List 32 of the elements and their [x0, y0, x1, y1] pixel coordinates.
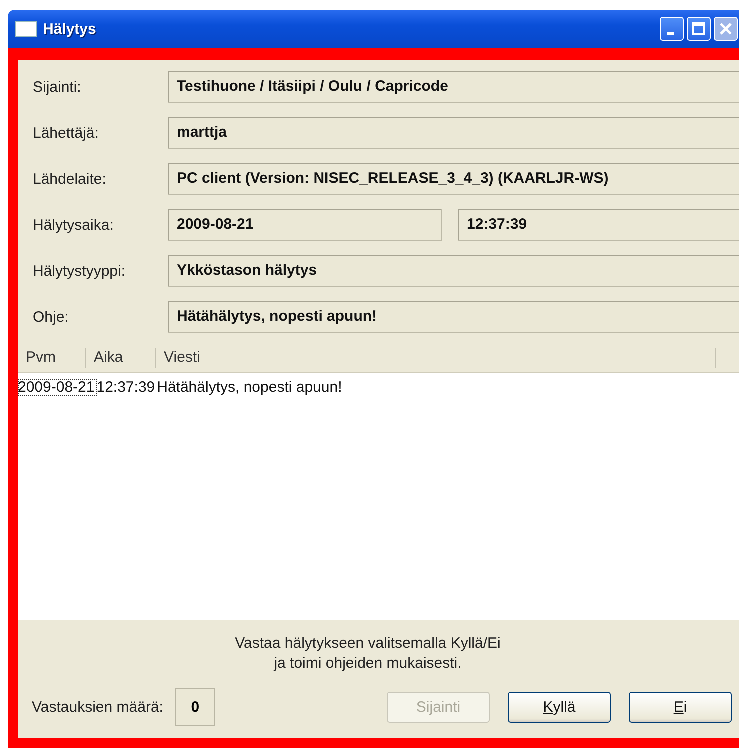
- value-field: marttja: [168, 117, 739, 149]
- column-header[interactable]: Viesti: [156, 348, 716, 368]
- field-label: Sijainti:: [32, 78, 82, 96]
- count-field: 0: [175, 688, 216, 726]
- table-cell-text: 12:37:39: [96, 379, 156, 396]
- value-field: Hätähälytys, nopesti apuun!: [168, 301, 739, 333]
- value-field: 12:37:39: [458, 209, 739, 241]
- instruction-text: Vastaa hälytykseen valitsemalla Kyllä/Ei: [235, 634, 501, 654]
- maximize-button[interactable]: [687, 17, 711, 41]
- value-field: Ykköstason hälytys: [168, 255, 739, 287]
- column-header[interactable]: Aika: [86, 348, 156, 368]
- value-field: Testihuone / Itäsiipi / Oulu / Capricode: [168, 71, 739, 103]
- window-icon: [15, 21, 37, 37]
- field-label: Ohje:: [32, 308, 70, 326]
- close-icon: [719, 22, 733, 36]
- window-title: Hälytys: [43, 20, 96, 38]
- instruction-text: ja toimi ohjeiden mukaisesti.: [274, 654, 462, 674]
- table-cell: 2009-08-21: [18, 379, 97, 396]
- count-label: Vastauksien määrä:: [32, 698, 164, 716]
- value-field: 2009-08-21: [168, 209, 442, 241]
- column-header[interactable]: Pvm: [18, 348, 86, 368]
- field-label: Hälytystyyppi:: [32, 262, 127, 280]
- minimize-icon: [666, 32, 674, 34]
- minimize-button[interactable]: [660, 17, 684, 41]
- maximize-icon: [692, 22, 706, 36]
- value-field: PC client (Version: NISEC_RELEASE_3_4_3) (KAARLJR-WS): [168, 163, 739, 195]
- field-label: Lähdelaite:: [32, 170, 108, 188]
- dialog-button[interactable]: Kyllä: [508, 692, 611, 722]
- table-cell-text: Hätähälytys, nopesti apuun!: [157, 379, 344, 396]
- field-label: Lähettäjä:: [32, 124, 100, 142]
- field-label: Hälytysaika:: [32, 216, 115, 234]
- dialog-button[interactable]: Ei: [629, 692, 732, 722]
